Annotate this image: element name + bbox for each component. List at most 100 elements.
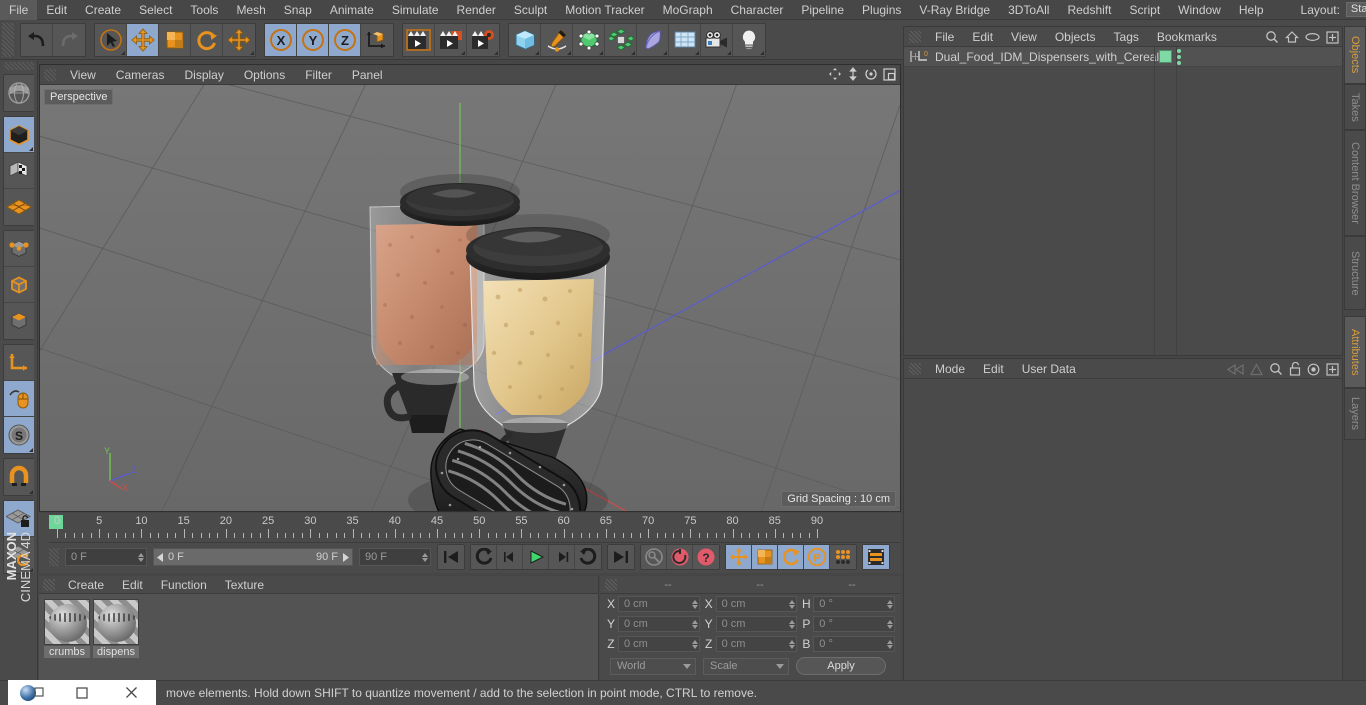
menu-item-view[interactable]: View xyxy=(60,65,106,85)
menu-item-filter[interactable]: Filter xyxy=(295,65,342,85)
menu-item-pipeline[interactable]: Pipeline xyxy=(792,0,853,20)
size-y-field[interactable]: 0 cm xyxy=(716,616,798,632)
object-panel-grip[interactable] xyxy=(909,31,921,43)
apply-button[interactable]: Apply xyxy=(796,657,886,675)
add-light-button[interactable] xyxy=(733,24,765,56)
close-window-icon[interactable] xyxy=(107,686,156,699)
search-icon[interactable] xyxy=(1269,362,1283,376)
menu-item-function[interactable]: Function xyxy=(152,576,216,594)
preview-range-bar[interactable]: 0 F 90 F xyxy=(153,548,353,566)
redo-button[interactable] xyxy=(53,24,85,56)
menu-item-window[interactable]: Window xyxy=(1169,0,1230,20)
menu-item-file[interactable]: File xyxy=(926,27,963,47)
size-x-field[interactable]: 0 cm xyxy=(716,596,798,612)
render-view-button[interactable] xyxy=(403,24,435,56)
keyframe-selection-button[interactable]: ? xyxy=(693,545,719,569)
spinner-icon[interactable] xyxy=(692,600,698,609)
coordinate-system-select[interactable]: World xyxy=(610,658,696,675)
timeline-mode-button[interactable] xyxy=(863,545,889,569)
expand-toggle-icon[interactable] xyxy=(910,51,912,62)
menu-item-script[interactable]: Script xyxy=(1120,0,1169,20)
rotation-p-field[interactable]: 0 ° xyxy=(813,616,895,632)
spinner-icon[interactable] xyxy=(692,620,698,629)
menu-item-plugins[interactable]: Plugins xyxy=(853,0,910,20)
spinner-icon[interactable] xyxy=(138,553,144,562)
menu-item-options[interactable]: Options xyxy=(234,65,295,85)
spinner-icon[interactable] xyxy=(789,600,795,609)
tab-objects[interactable]: Objects xyxy=(1344,26,1366,84)
history-back-icon[interactable] xyxy=(1227,363,1244,376)
size-z-field[interactable]: 0 cm xyxy=(716,636,798,652)
material-preview[interactable] xyxy=(44,599,90,645)
go-to-start-button[interactable] xyxy=(438,545,464,569)
key-scale-button[interactable] xyxy=(752,545,778,569)
menu-item-mode[interactable]: Mode xyxy=(926,359,974,379)
toolbar-grip[interactable] xyxy=(2,23,14,57)
spinner-icon[interactable] xyxy=(789,640,795,649)
tag-dots-icon[interactable] xyxy=(1177,49,1181,65)
rotation-h-field[interactable]: 0 ° xyxy=(813,596,895,612)
add-cube-button[interactable] xyxy=(509,24,541,56)
key-rotation-button[interactable] xyxy=(778,545,804,569)
add-environment-button[interactable] xyxy=(669,24,701,56)
record-keyframe-button[interactable] xyxy=(641,545,667,569)
live-selection-tool[interactable] xyxy=(95,24,127,56)
axis-mode-button[interactable] xyxy=(4,345,34,381)
menu-item-3dtoall[interactable]: 3DToAll xyxy=(999,0,1058,20)
position-z-field[interactable]: 0 cm xyxy=(618,636,700,652)
menu-item-sculpt[interactable]: Sculpt xyxy=(505,0,556,20)
timeline-grip[interactable] xyxy=(49,548,59,566)
rotate-tool[interactable] xyxy=(191,24,223,56)
menu-item-character[interactable]: Character xyxy=(722,0,793,20)
workplane-mode-button[interactable] xyxy=(4,189,34,225)
material-item[interactable]: crumbs xyxy=(44,599,90,675)
spinner-icon[interactable] xyxy=(887,620,893,629)
edges-mode-button[interactable] xyxy=(4,267,34,303)
menu-item-objects[interactable]: Objects xyxy=(1046,27,1105,47)
magnet-tool-button[interactable] xyxy=(4,459,34,495)
menu-item-display[interactable]: Display xyxy=(174,65,233,85)
menu-item-mograph[interactable]: MoGraph xyxy=(654,0,722,20)
menu-item-tools[interactable]: Tools xyxy=(181,0,227,20)
material-preview[interactable] xyxy=(93,599,139,645)
minimize-window-icon[interactable] xyxy=(57,687,106,699)
menu-item-v-ray-bridge[interactable]: V-Ray Bridge xyxy=(910,0,999,20)
lock-z-axis-button[interactable]: Z xyxy=(329,24,361,56)
previous-key-button[interactable] xyxy=(471,545,497,569)
eye-icon[interactable] xyxy=(1305,32,1320,42)
expand-icon[interactable] xyxy=(1326,31,1339,44)
current-frame-field[interactable]: 0 F xyxy=(65,548,147,566)
menu-item-cameras[interactable]: Cameras xyxy=(106,65,175,85)
spinner-icon[interactable] xyxy=(789,620,795,629)
undo-button[interactable] xyxy=(21,24,53,56)
viewport-canvas[interactable]: Perspective Grid Spacing : 10 cm Y Z X xyxy=(40,85,900,511)
spinner-icon[interactable] xyxy=(692,640,698,649)
object-row[interactable]: 0 Dual_Food_IDM_Dispensers_with_Cereal xyxy=(904,47,1342,67)
menu-item-create[interactable]: Create xyxy=(59,576,113,594)
key-position-button[interactable] xyxy=(726,545,752,569)
texture-mode-button[interactable] xyxy=(4,153,34,189)
render-to-picture-viewer-button[interactable] xyxy=(435,24,467,56)
spinner-icon[interactable] xyxy=(422,553,428,562)
model-mode-button[interactable] xyxy=(4,117,34,153)
viewport-label[interactable]: Perspective xyxy=(44,89,113,105)
layout-select[interactable]: Startup xyxy=(1346,2,1366,17)
rotate-view-icon[interactable] xyxy=(864,67,878,81)
menu-item-simulate[interactable]: Simulate xyxy=(383,0,448,20)
timeline-ruler[interactable]: 051015202530354045505560657075808590 xyxy=(49,513,901,543)
lock-icon[interactable] xyxy=(1289,362,1301,376)
menu-item-motion-tracker[interactable]: Motion Tracker xyxy=(556,0,653,20)
material-tag-icon[interactable] xyxy=(1159,50,1172,63)
menu-item-bookmarks[interactable]: Bookmarks xyxy=(1148,27,1226,47)
menu-item-render[interactable]: Render xyxy=(448,0,505,20)
end-frame-field[interactable]: 90 F xyxy=(359,548,431,566)
menu-item-help[interactable]: Help xyxy=(1230,0,1273,20)
position-y-field[interactable]: 0 cm xyxy=(618,616,700,632)
step-back-button[interactable] xyxy=(497,545,523,569)
menu-item-file[interactable]: File xyxy=(0,0,37,20)
enable-snapping-button[interactable] xyxy=(4,381,34,417)
object-tree[interactable]: 0 Dual_Food_IDM_Dispensers_with_Cereal xyxy=(904,47,1342,355)
move-tool[interactable] xyxy=(127,24,159,56)
menu-item-snap[interactable]: Snap xyxy=(275,0,321,20)
tab-attributes[interactable]: Attributes xyxy=(1344,316,1366,388)
